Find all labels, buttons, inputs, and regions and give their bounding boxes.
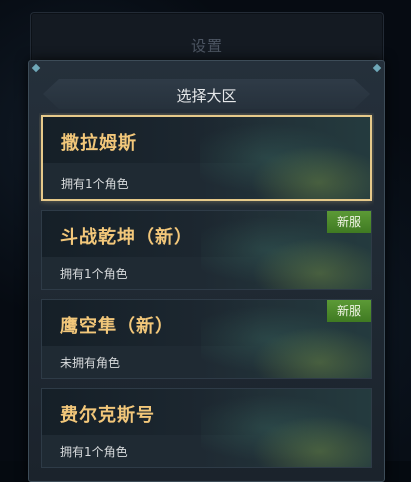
corner-ornament-icon	[372, 63, 382, 73]
server-name: 斗战乾坤（新）	[60, 227, 193, 248]
server-select-dialog: 选择大区 撒拉姆斯 拥有1个角色 斗战乾坤（新） 拥有1个角色 新服 鹰空隼（新…	[28, 60, 385, 482]
server-card[interactable]: 鹰空隼（新） 未拥有角色 新服	[41, 299, 372, 379]
server-name: 撒拉姆斯	[61, 133, 137, 154]
server-status: 拥有1个角色	[60, 445, 128, 459]
server-list[interactable]: 撒拉姆斯 拥有1个角色 斗战乾坤（新） 拥有1个角色 新服 鹰空隼（新） 未拥有…	[39, 113, 374, 481]
settings-title: 设置	[190, 37, 223, 55]
server-card[interactable]: 斗战乾坤（新） 拥有1个角色 新服	[41, 210, 372, 290]
server-name: 费尔克斯号	[60, 405, 155, 426]
server-card[interactable]: 费尔克斯号 拥有1个角色	[41, 388, 372, 468]
dialog-header: 选择大区	[43, 79, 370, 109]
server-name: 鹰空隼（新）	[60, 316, 174, 337]
server-status: 拥有1个角色	[61, 177, 129, 191]
new-server-badge: 新服	[327, 300, 371, 322]
server-card[interactable]: 撒拉姆斯 拥有1个角色	[41, 115, 372, 201]
server-status: 拥有1个角色	[60, 267, 128, 281]
new-server-badge: 新服	[327, 211, 371, 233]
corner-ornament-icon	[31, 63, 41, 73]
server-status: 未拥有角色	[60, 356, 121, 370]
dialog-title: 选择大区	[176, 87, 237, 105]
